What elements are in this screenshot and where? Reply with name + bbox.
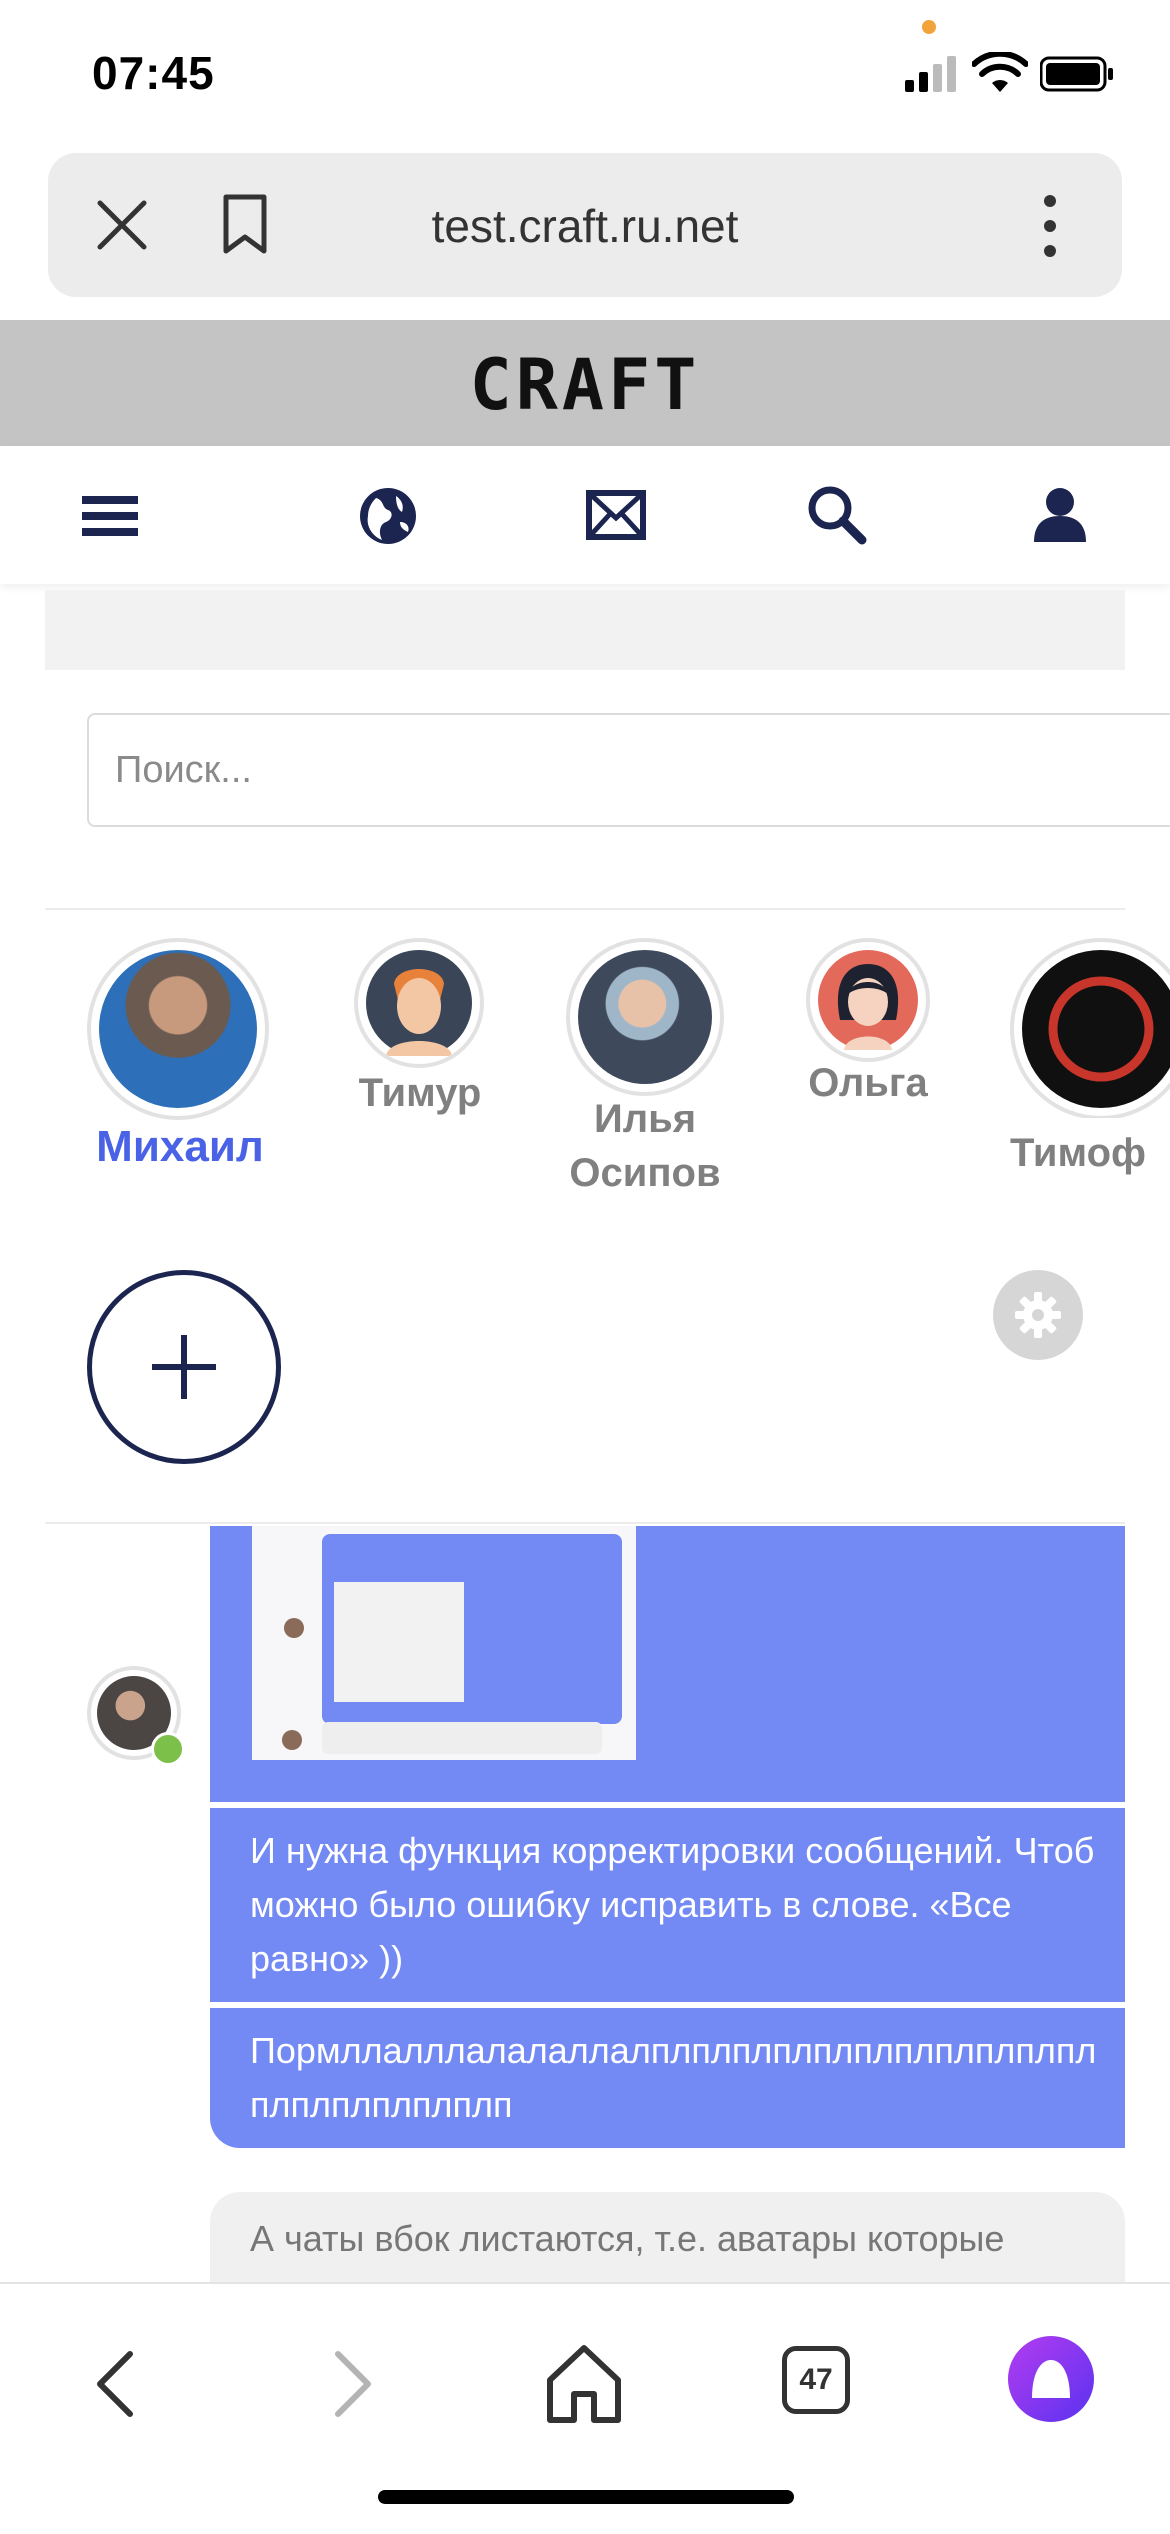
contact-name[interactable]: Тимур: [310, 1066, 530, 1120]
contact-avatar[interactable]: [354, 938, 484, 1068]
top-navigation: [0, 446, 1170, 584]
menu-icon[interactable]: [82, 496, 138, 541]
user-profile-icon[interactable]: [1032, 486, 1088, 547]
browser-url-bar[interactable]: test.craft.ru.net: [48, 153, 1122, 297]
craft-logo[interactable]: CRAFT: [0, 344, 1170, 426]
new-chat-button[interactable]: [87, 1270, 281, 1464]
wifi-icon: [971, 50, 1029, 99]
more-options-icon[interactable]: [1040, 193, 1060, 264]
site-banner: CRAFT: [0, 320, 1170, 446]
contact-avatar[interactable]: [87, 938, 269, 1120]
contact-name[interactable]: Михаил: [60, 1120, 300, 1174]
content-header-strip: [45, 590, 1125, 670]
search-input[interactable]: [89, 715, 1105, 825]
tabs-counter-button[interactable]: 47: [782, 2346, 850, 2414]
message-bubble-incoming[interactable]: А чаты вбок листаются, т.е. аватары кото…: [210, 2192, 1125, 2284]
search-icon[interactable]: [806, 484, 868, 551]
online-status-dot: [151, 1732, 185, 1766]
home-indicator: [378, 2490, 794, 2504]
divider: [45, 908, 1125, 910]
home-icon[interactable]: [544, 2342, 624, 2431]
status-time: 07:45: [92, 47, 215, 99]
message-avatar[interactable]: [87, 1666, 185, 1766]
message-text: Пормллалллалалаллалплплплплплплплплплплп…: [250, 2030, 1097, 2125]
divider: [45, 1522, 1125, 1524]
settings-button[interactable]: [993, 1270, 1083, 1360]
contact-avatar[interactable]: [566, 938, 724, 1096]
message-image-attachment[interactable]: [252, 1526, 636, 1760]
cellular-signal-icon: [905, 54, 959, 99]
mail-icon[interactable]: [586, 490, 646, 545]
message-bubble[interactable]: Пормллалллалалаллалплплплплплплплплплплп…: [210, 2008, 1125, 2148]
gear-icon: [1015, 1292, 1061, 1338]
message-bubble-image[interactable]: [210, 1526, 1125, 1802]
contact-name[interactable]: Илья Осипов: [530, 1092, 760, 1200]
contact-name[interactable]: Тимоф: [1010, 1126, 1170, 1180]
contact-avatar[interactable]: [806, 938, 930, 1062]
contact-avatar[interactable]: [1010, 938, 1170, 1118]
message-bubble[interactable]: И нужна функция корректировки сообщений.…: [210, 1808, 1125, 2002]
message-text: И нужна функция корректировки сообщений.…: [250, 1830, 1095, 1979]
forward-icon[interactable]: [330, 2350, 376, 2423]
battery-icon: [1039, 56, 1116, 97]
globe-icon[interactable]: [358, 486, 418, 551]
assistant-icon[interactable]: [1008, 2336, 1094, 2422]
url-text[interactable]: test.craft.ru.net: [48, 199, 1122, 253]
message-text: А чаты вбок листаются, т.е. аватары кото…: [250, 2218, 1005, 2259]
search-field[interactable]: [87, 713, 1170, 827]
contact-name[interactable]: Ольга: [768, 1056, 968, 1110]
back-icon[interactable]: [92, 2350, 138, 2423]
privacy-indicator-dot: [922, 20, 936, 34]
